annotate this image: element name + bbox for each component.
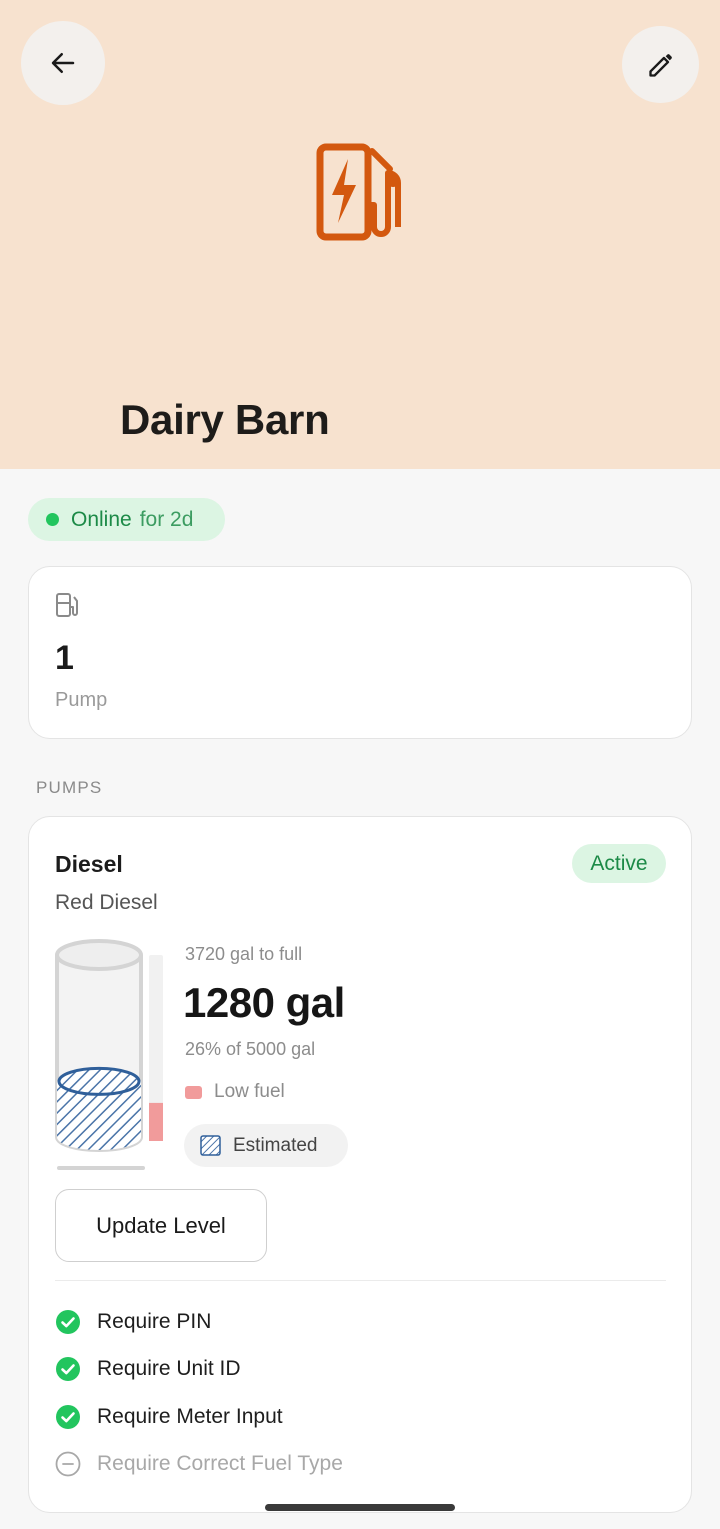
back-button[interactable] bbox=[21, 21, 105, 105]
pencil-icon bbox=[648, 53, 672, 77]
check-circle-icon bbox=[56, 1310, 80, 1334]
low-level-bar bbox=[149, 1102, 163, 1141]
requirement-fuel-type: Require Correct Fuel Type bbox=[55, 1451, 343, 1477]
check-circle-icon bbox=[56, 1405, 80, 1429]
low-fuel-label: Low fuel bbox=[214, 1081, 285, 1102]
arrow-left-icon bbox=[51, 53, 75, 73]
pump-status-badge: Active bbox=[572, 844, 666, 883]
pump-count-card: 1 Pump bbox=[28, 566, 692, 739]
level-percent: 26% of 5000 gal bbox=[185, 1039, 316, 1059]
pump-count-label: Pump bbox=[55, 689, 108, 711]
status-duration: for 2d bbox=[139, 507, 194, 531]
divider bbox=[55, 1280, 666, 1281]
requirement-label: Require Unit ID bbox=[97, 1357, 241, 1380]
online-status-badge: Online for 2d bbox=[28, 498, 225, 541]
estimated-label: Estimated bbox=[233, 1134, 318, 1156]
gallons-to-full: 3720 gal to full bbox=[185, 944, 303, 964]
pump-fuel-type: Red Diesel bbox=[55, 891, 158, 914]
pump-card[interactable]: Diesel Red Diesel Active 3720 gal to ful… bbox=[28, 816, 692, 1513]
current-level: 1280 gal bbox=[183, 979, 345, 1026]
edit-button[interactable] bbox=[622, 26, 699, 103]
tank-level-gauge bbox=[55, 939, 163, 1170]
requirement-label: Require PIN bbox=[97, 1310, 212, 1333]
low-fuel-swatch-icon bbox=[185, 1085, 202, 1099]
requirement-label: Require Correct Fuel Type bbox=[97, 1452, 343, 1475]
tank-liquid-surface bbox=[57, 1066, 141, 1096]
pump-name: Diesel bbox=[55, 851, 123, 877]
home-indicator[interactable] bbox=[265, 1504, 455, 1511]
check-circle-icon bbox=[56, 1357, 80, 1381]
update-level-button[interactable]: Update Level bbox=[55, 1189, 267, 1262]
header-banner: Dairy Barn bbox=[0, 0, 720, 469]
minus-circle-icon bbox=[55, 1451, 81, 1477]
requirement-unit-id: Require Unit ID bbox=[55, 1356, 241, 1382]
estimated-chip: Estimated bbox=[184, 1124, 348, 1167]
low-fuel-indicator: Low fuel bbox=[185, 1081, 285, 1103]
pump-count: 1 bbox=[55, 639, 74, 677]
page-title: Dairy Barn bbox=[120, 396, 330, 443]
ev-fuel-station-icon bbox=[316, 143, 401, 241]
status-label: Online bbox=[71, 507, 132, 531]
status-dot-icon bbox=[46, 513, 59, 526]
fuel-pump-icon bbox=[56, 593, 78, 617]
requirement-meter-input: Require Meter Input bbox=[55, 1404, 283, 1430]
hatched-square-icon bbox=[200, 1135, 221, 1156]
pumps-section-label: PUMPS bbox=[36, 778, 103, 797]
requirement-pin: Require PIN bbox=[55, 1309, 211, 1335]
requirement-label: Require Meter Input bbox=[97, 1405, 283, 1428]
